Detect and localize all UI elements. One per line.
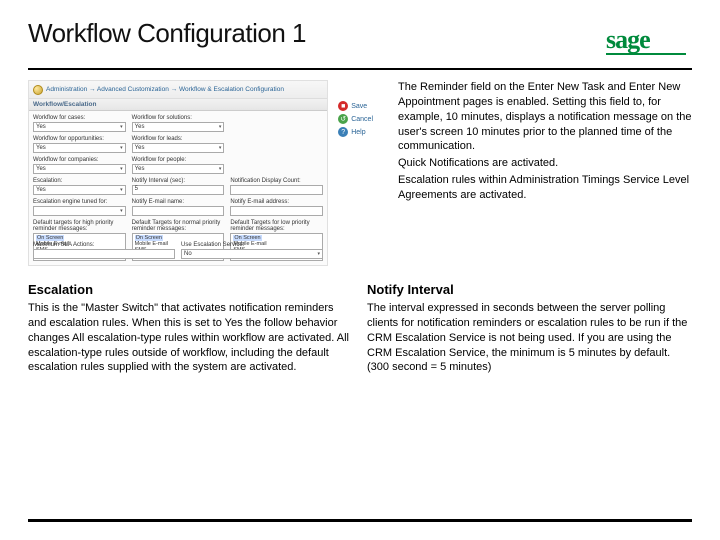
field-label: Notify E-mail address: <box>230 199 323 205</box>
notify-interval-input[interactable]: 5 <box>132 185 225 195</box>
workflow-solutions-select[interactable]: Yes▾ <box>132 122 225 132</box>
notify-interval-heading: Notify Interval <box>367 282 692 297</box>
notify-interval-body: The interval expressed in seconds betwee… <box>367 301 692 375</box>
field-label: Workflow for opportunities: <box>33 136 126 142</box>
escalation-select[interactable]: Yes▾ <box>33 185 126 195</box>
brand-wordmark: sage <box>606 25 650 54</box>
field-label: Default Targets for low priority reminde… <box>230 220 323 232</box>
chevron-down-icon: ▾ <box>120 187 123 193</box>
panel-section-header: Workflow/Escalation <box>29 99 327 111</box>
chevron-down-icon: ▾ <box>120 166 123 172</box>
field-label: Workflow for people: <box>132 157 225 163</box>
chevron-down-icon: ▾ <box>219 166 222 172</box>
chevron-down-icon: ▾ <box>120 145 123 151</box>
cancel-icon: ↺ <box>338 114 348 124</box>
workflow-companies-select[interactable]: Yes▾ <box>33 164 126 174</box>
panel-breadcrumb-bar: Administration → Advanced Customization … <box>29 81 327 99</box>
chevron-down-icon: ▾ <box>317 251 320 257</box>
field-label: Workflow for companies: <box>33 157 126 163</box>
config-panel: Administration → Advanced Customization … <box>28 80 328 266</box>
cancel-button[interactable]: ↺Cancel <box>338 114 373 124</box>
field-label: Notification Display Count: <box>230 178 323 184</box>
workflow-leads-select[interactable]: Yes▾ <box>132 143 225 153</box>
field-label: Use Escalation Service: <box>181 242 323 248</box>
field-label: Default targets for high priority remind… <box>33 220 126 232</box>
escalation-heading: Escalation <box>28 282 353 297</box>
workflow-opportunities-select[interactable]: Yes▾ <box>33 143 126 153</box>
field-label: Maximum SLA Actions: <box>33 242 175 248</box>
engine-tuned-select[interactable]: ▾ <box>33 206 126 216</box>
field-label: Workflow for leads: <box>132 136 225 142</box>
chevron-down-icon: ▾ <box>120 208 123 214</box>
field-label: Escalation engine tuned for: <box>33 199 126 205</box>
footer-rule <box>28 519 692 522</box>
use-escalation-service-select[interactable]: No▾ <box>181 249 323 259</box>
breadcrumb: Administration → Advanced Customization … <box>46 86 284 93</box>
intro-text: The Reminder field on the Enter New Task… <box>398 80 692 203</box>
breadcrumb-icon <box>33 85 43 95</box>
escalation-body: This is the "Master Switch" that activat… <box>28 301 353 375</box>
chevron-down-icon: ▾ <box>219 145 222 151</box>
help-button[interactable]: ?Help <box>338 127 373 137</box>
chevron-down-icon: ▾ <box>120 124 123 130</box>
field-label: Notify E-mail name: <box>132 199 225 205</box>
chevron-down-icon: ▾ <box>219 124 222 130</box>
field-label: Notify Interval (sec): <box>132 178 225 184</box>
header-rule <box>28 68 692 70</box>
field-label: Workflow for cases: <box>33 115 126 121</box>
help-icon: ? <box>338 127 348 137</box>
max-sla-actions-input[interactable] <box>33 249 175 259</box>
field-label: Escalation: <box>33 178 126 184</box>
field-label: Workflow for solutions: <box>132 115 225 121</box>
save-button[interactable]: ■Save <box>338 101 373 111</box>
workflow-cases-select[interactable]: Yes▾ <box>33 122 126 132</box>
notify-email-address-input[interactable] <box>230 206 323 216</box>
field-label: Default Targets for normal priority remi… <box>132 220 225 232</box>
disk-icon: ■ <box>338 101 348 111</box>
workflow-people-select[interactable]: Yes▾ <box>132 164 225 174</box>
display-count-input[interactable] <box>230 185 323 195</box>
notify-email-name-input[interactable] <box>132 206 225 216</box>
page-title: Workflow Configuration 1 <box>28 18 306 49</box>
brand-logo: sage <box>606 24 692 58</box>
